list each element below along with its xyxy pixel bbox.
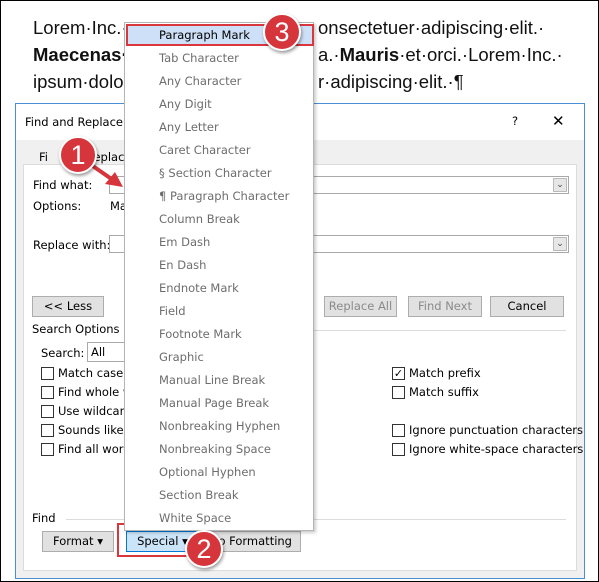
- menu-item[interactable]: Manual Line Break: [159, 369, 265, 391]
- tab-find[interactable]: Fi: [39, 150, 48, 164]
- doc-text: onsectetuer·adipiscing·elit.·: [318, 17, 545, 38]
- checkbox[interactable]: [392, 443, 405, 456]
- menu-item[interactable]: Tab Character: [159, 47, 239, 69]
- checkbox-label: Find all word: [58, 442, 131, 456]
- checkbox[interactable]: [41, 405, 54, 418]
- menu-item[interactable]: Optional Hyphen: [159, 461, 256, 483]
- doc-text-segment: a.·Mauris·et·orci.·Lorem·Inc.·: [318, 41, 563, 68]
- checkbox-label: Use wildcard: [58, 404, 132, 418]
- checkbox[interactable]: [41, 424, 54, 437]
- find-what-label: Find what:: [33, 178, 93, 192]
- doc-text: Mauris: [339, 44, 400, 65]
- replace-all-button[interactable]: Replace All: [324, 296, 397, 317]
- menu-item[interactable]: Field: [159, 300, 186, 322]
- menu-item[interactable]: Em Dash: [159, 231, 210, 253]
- checkbox-label: Match prefix: [409, 366, 481, 380]
- search-label: Search:: [41, 346, 85, 360]
- checkbox[interactable]: ✓: [392, 367, 405, 380]
- menu-item[interactable]: Section Break: [159, 484, 239, 506]
- checkbox-label: Sounds like (: [58, 423, 132, 437]
- menu-item[interactable]: Manual Page Break: [159, 392, 269, 414]
- find-section-heading: Find: [32, 511, 56, 525]
- checkbox-label: Ignore punctuation characters: [409, 423, 584, 437]
- checkbox-label: Find whole w: [58, 385, 133, 399]
- menu-item[interactable]: Graphic: [159, 346, 204, 368]
- menu-item[interactable]: En Dash: [159, 254, 206, 276]
- checkbox[interactable]: [41, 367, 54, 380]
- menu-item[interactable]: Nonbreaking Hyphen: [159, 415, 280, 437]
- doc-text: Lorem·Inc.·: [33, 17, 128, 38]
- step-badge-3: 3: [263, 13, 301, 51]
- step-badge-2: 2: [185, 530, 223, 568]
- search-options-heading: Search Options: [32, 322, 120, 336]
- checkbox-label: Ignore white-space characters: [409, 442, 584, 456]
- step-badge-1: 1: [59, 136, 97, 174]
- menu-item[interactable]: Footnote Mark: [159, 323, 242, 345]
- menu-item[interactable]: Endnote Mark: [159, 277, 239, 299]
- doc-text: a.·: [318, 44, 340, 65]
- less-button[interactable]: << Less: [32, 296, 104, 317]
- checkbox[interactable]: [41, 386, 54, 399]
- menu-item[interactable]: White Space: [159, 507, 231, 529]
- doc-text: ipsum·dolo: [33, 71, 124, 92]
- replace-with-label: Replace with:: [33, 238, 111, 252]
- menu-item[interactable]: § Section Character: [159, 162, 272, 184]
- search-value: All: [91, 345, 106, 359]
- menu-item[interactable]: Any Digit: [159, 93, 212, 115]
- chevron-down-icon[interactable]: ⌄: [553, 178, 567, 192]
- doc-text: ·et·orci.·Lorem·Inc.·: [399, 44, 563, 65]
- checkbox[interactable]: [392, 424, 405, 437]
- find-next-button[interactable]: Find Next: [408, 296, 482, 317]
- checkbox[interactable]: [41, 443, 54, 456]
- special-menu: Paragraph Mark Tab Character Any Character…: [124, 22, 314, 531]
- close-button[interactable]: ✕: [552, 112, 565, 130]
- format-button[interactable]: Format ▾: [42, 531, 114, 552]
- menu-item[interactable]: Any Character: [159, 70, 241, 92]
- menu-item[interactable]: Paragraph Mark: [159, 24, 250, 46]
- help-button[interactable]: ?: [512, 114, 518, 128]
- dialog-title: Find and Replace: [25, 115, 123, 129]
- menu-item[interactable]: Caret Character: [159, 139, 251, 161]
- options-label: Options:: [33, 199, 82, 213]
- checkbox[interactable]: [392, 386, 405, 399]
- menu-item[interactable]: ¶ Paragraph Character: [159, 185, 289, 207]
- doc-text: r·adipiscing·elit.·¶: [318, 71, 464, 92]
- menu-item[interactable]: Any Letter: [159, 116, 219, 138]
- chevron-down-icon[interactable]: ⌄: [553, 237, 567, 251]
- doc-text: Maecenas·: [33, 44, 128, 65]
- menu-item[interactable]: Nonbreaking Space: [159, 438, 271, 460]
- checkbox-label: Match suffix: [409, 385, 479, 399]
- checkbox-label: Match case: [58, 366, 124, 380]
- menu-item[interactable]: Column Break: [159, 208, 240, 230]
- cancel-button[interactable]: Cancel: [490, 296, 564, 317]
